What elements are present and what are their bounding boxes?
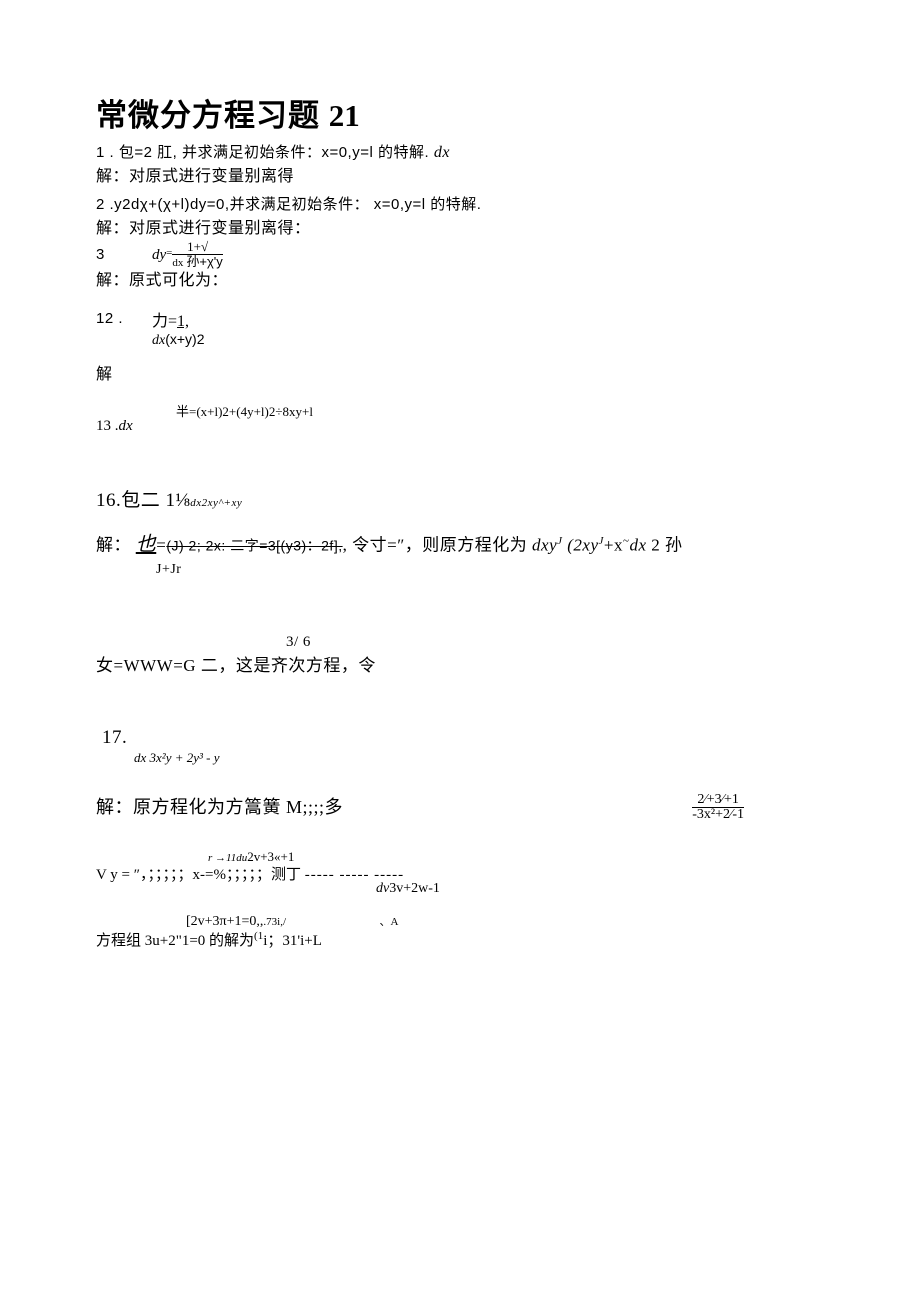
tail2: 2 孙 [647, 536, 683, 555]
page-title: 常微分方程习题 21 [96, 90, 824, 135]
problem-16-tail: dx2xy^+xy [190, 497, 242, 509]
arrow-rest: 2v+3«+1 [247, 849, 294, 864]
frac-bottom: dx 孙+χ'y [172, 255, 222, 269]
title-number: 21 [329, 98, 360, 133]
title-text: 常微分方程习题 [96, 98, 320, 133]
problem-1-text: 1 . 包=2 肛, 并求满足初始条件：x=0,y=l 的特解. [96, 144, 434, 161]
problem-1: 1 . 包=2 肛, 并求满足初始条件：x=0,y=l 的特解. dx [96, 141, 824, 165]
problem-16-jjr: J+Jr [96, 558, 824, 582]
problem-16-www: 女=WWW=G 二，这是齐次方程，令 [96, 654, 824, 678]
problem-12-eq: 力= [152, 313, 177, 330]
sub73i: .73i,/ [263, 916, 286, 928]
problem-12-denom: (x+y)2 [165, 331, 204, 347]
problem-1-dx: dx [434, 144, 450, 161]
problem-17-fraction: 2⁄+3⁄+1 -3x²+2⁄-1 [692, 794, 744, 821]
frac-bot-17: -3x²+2⁄-1 [692, 808, 744, 821]
problem-1-solution: 解：对原式进行变量别离得 [96, 165, 824, 189]
problem-17-number: 17. [96, 727, 127, 748]
problem-3: 3 dy = 1+√ dx 孙+χ'y [96, 241, 824, 269]
problem-13: 半=(x+l)2+(4y+l)2÷8xy+l 13 .dx [96, 401, 824, 441]
dx-small: dx [172, 257, 183, 269]
dxy: dxy [532, 536, 557, 555]
document-page: 常微分方程习题 21 1 . 包=2 肛, 并求满足初始条件：x=0,y=l 的… [0, 0, 920, 1301]
problem-12-one: 1, [177, 313, 189, 330]
problem-16-solution-line1: 解： 也=(J) 2; 2x: 二字=3[(y3)：2f],, 令寸=″，则原方… [96, 529, 824, 558]
problem-12-solution: 解 [96, 363, 824, 387]
rest-text: , 令寸=″，则原方程化为 [343, 536, 532, 555]
problem-17-end: [2v+3π+1=0,,.73i,/ 、A 方程组 3u+2"1=0 的解为(1… [96, 913, 824, 953]
problem-16: 16.包二 1⅛dx2xy^+xy [96, 489, 824, 515]
problem-12-body: 力=1, dx(x+y)2 [152, 307, 205, 349]
frac-top-17: 2⁄+3⁄+1 [692, 794, 744, 808]
problem-17-header: 17. dx 3x²y + 2y³ - y [96, 726, 824, 766]
dx2: dx [629, 536, 646, 555]
dv: dv [376, 881, 389, 896]
sol-label: 解： [96, 536, 131, 555]
problem-3-dy: dy [152, 247, 166, 264]
problem-17-mid: r →11du2v+3«+1 V y = ″，；；；；；x-=%；；；；；测丁 … [96, 849, 824, 899]
last-sup: (1 [254, 930, 263, 942]
problem-12: 12 . 力=1, dx(x+y)2 [96, 307, 824, 349]
struck-text: (J) 2; 2x: 二字=3[(y3)：2f], [166, 538, 342, 554]
frac-bottom-text: 孙+χ'y [186, 254, 222, 269]
problem-13-dx: dx [119, 418, 133, 434]
last-text: 方程组 3u+2"1=0 的解为 [96, 933, 254, 949]
problem-3-fraction: 1+√ dx 孙+χ'y [172, 241, 222, 269]
problem-12-number: 12 . [96, 307, 152, 331]
braces-text: [2v+3π+1=0,, [186, 914, 263, 929]
dv-rest: 3v+2w-1 [389, 881, 440, 896]
problem-13-top: 半=(x+l)2+(4y+l)2÷8xy+l [176, 401, 313, 420]
problem-13-number: 13 . [96, 418, 119, 434]
frac-top: 1+√ [172, 241, 222, 255]
problem-12-dx: dx [152, 333, 165, 348]
problem-17-solution-row: 解：原方程化为方篙簧 M;;;;多 2⁄+3⁄+1 -3x²+2⁄-1 [96, 794, 824, 821]
problem-3-solution: 解：原式可化为： [96, 269, 824, 293]
problem-17-denom: dx 3x²y + 2y³ - y [96, 750, 824, 766]
problem-2: 2 .y2dχ+(χ+l)dy=0,并求满足初始条件： x=0,y=l 的特解. [96, 193, 824, 217]
vy-text: V y = ″，；；；；；x-=%；；；；；测丁 [96, 867, 305, 883]
problem-16-36: 3/ 6 [96, 630, 824, 654]
ye-icon: 也 [136, 534, 157, 556]
problem-17-sol: 解：原方程化为方篙簧 M;;;;多 [96, 795, 343, 819]
last-text2: i；31'i+L [263, 933, 322, 949]
paren2: (2xy [563, 536, 599, 555]
problem-2-solution: 解：对原式进行变量别离得： [96, 217, 824, 241]
eq-sign: = [156, 536, 166, 555]
problem-16-text: 16.包二 1⅛ [96, 490, 190, 511]
plusx: +x [604, 536, 623, 555]
problem-3-number: 3 [96, 243, 152, 267]
tiny-a: 、A [290, 916, 399, 928]
